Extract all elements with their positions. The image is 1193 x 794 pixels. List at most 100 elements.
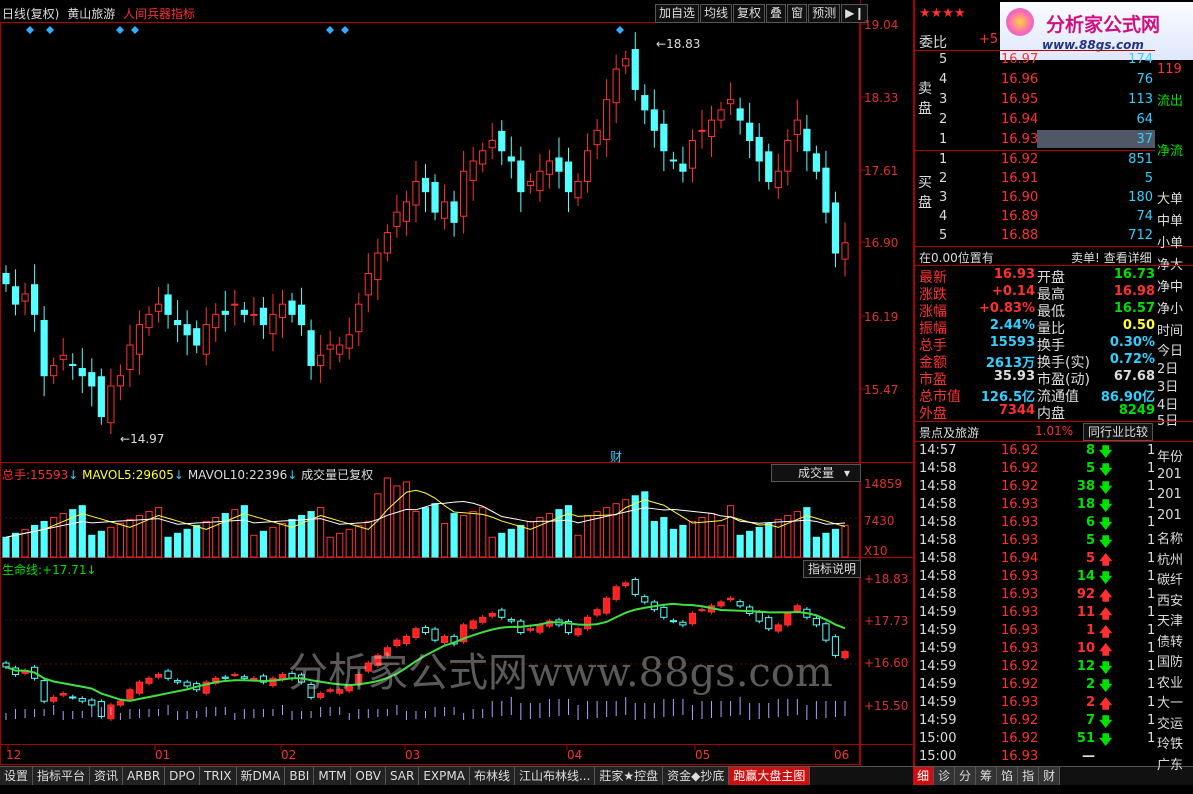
indicator-tab[interactable]: 指标平台 <box>33 767 91 785</box>
candle-body <box>717 109 725 121</box>
price-tick: 16.19 <box>864 310 899 324</box>
tick-volume: 1 <box>1085 623 1095 638</box>
sell-volume: 37 <box>1136 132 1153 147</box>
tick-volume: 92 <box>1076 587 1095 602</box>
x-tick: 12 <box>6 748 22 762</box>
tick-price: 16.94 <box>1001 551 1039 566</box>
x-tick: 05 <box>695 748 711 762</box>
candle-body <box>736 108 744 121</box>
volume-bar <box>765 522 773 558</box>
indicator-tab[interactable]: 布林线 <box>469 767 515 785</box>
tick-volume: 10 <box>1076 641 1095 656</box>
quote-value: 16.73 <box>1113 267 1155 282</box>
info-tab[interactable]: 馅 <box>997 767 1019 785</box>
tick-count: 1 <box>1147 731 1156 746</box>
life-candle-body <box>669 620 677 623</box>
life-tick: +16.60 <box>864 656 909 670</box>
indicator-tab[interactable]: ARBR <box>123 767 166 785</box>
volume-bar <box>574 534 582 558</box>
life-candle-body <box>221 676 229 679</box>
quote-value: 0.72% <box>1109 352 1155 367</box>
info-tab[interactable]: 筹 <box>976 767 998 785</box>
indicator-tab[interactable]: OBV <box>351 767 386 785</box>
buy-level: 2 <box>939 171 948 186</box>
candle-body <box>326 344 334 350</box>
candle-body <box>402 201 411 222</box>
volume-bar <box>660 517 668 558</box>
view-details-link[interactable]: 卖单! 查看详细 <box>1071 249 1152 266</box>
indicator-tab[interactable]: 江山布林线... <box>514 767 596 785</box>
indicator-tab[interactable]: TRIX <box>200 767 237 785</box>
info-tab[interactable]: 指 <box>1018 767 1040 785</box>
candle-body <box>498 130 506 152</box>
info-tab[interactable]: 诊 <box>934 767 956 785</box>
volume-bar <box>746 530 754 558</box>
indicator-tab[interactable]: 资金◆抄底 <box>663 767 730 785</box>
indicator-tab[interactable]: 资讯 <box>90 767 124 785</box>
indicator-help-button[interactable]: 指标说明 <box>803 560 862 578</box>
life-candle-body <box>793 605 801 612</box>
sell-volume: 76 <box>1136 72 1153 87</box>
ma-button[interactable]: 均线 <box>700 4 733 23</box>
forecast-button[interactable]: 预测 <box>808 4 841 23</box>
volume-bar <box>202 520 210 558</box>
sell-side-label: 卖盘 <box>918 81 932 117</box>
tick-price: 16.93 <box>1001 749 1039 764</box>
volume-bar <box>669 528 677 558</box>
tick-count: 1 <box>1147 461 1156 476</box>
candle-body <box>307 330 315 366</box>
candle-body <box>822 167 830 213</box>
candle-body <box>707 119 716 137</box>
info-tab[interactable]: 细 <box>913 767 935 785</box>
volume-bar <box>679 524 687 558</box>
info-tab[interactable]: 分 <box>955 767 977 785</box>
finance-marker[interactable]: 财 <box>610 448 622 465</box>
candle-body <box>40 319 48 377</box>
industry-compare-button[interactable]: 同行业比较 <box>1083 423 1154 441</box>
volume-bar <box>650 520 658 558</box>
sector-name: 景点及旅游 <box>919 426 980 440</box>
candle-body <box>536 170 544 192</box>
quote-value: 16.93 <box>993 267 1035 282</box>
window-button[interactable]: 窗 <box>787 4 808 23</box>
diamond-marker <box>116 26 124 34</box>
buy-level: 4 <box>939 209 948 224</box>
candle-body <box>78 368 86 377</box>
candle-body <box>793 119 801 135</box>
life-candle-body <box>603 597 611 614</box>
tick-count: 1 <box>1147 623 1156 638</box>
volume-selector[interactable]: 成交量 ▾ <box>771 464 861 482</box>
volume-bar <box>2 536 10 558</box>
volume-bar <box>31 524 39 558</box>
tick-price: 16.92 <box>1001 479 1039 494</box>
volume-bar <box>126 518 134 558</box>
quote-value: 15593 <box>989 335 1035 350</box>
volume-bar <box>488 536 496 558</box>
add-watch-button[interactable]: 加自选 <box>655 4 700 23</box>
chart-area[interactable]: 日线(复权) 黄山旅游 人间兵器指标 加自选 均线 复权 叠 窗 预测 ▶❙ 1… <box>0 0 913 766</box>
tick-time: 14:59 <box>919 677 957 692</box>
volume-bar <box>250 534 258 558</box>
tick-time: 14:59 <box>919 641 957 656</box>
indicator-tab[interactable]: EXPMA <box>419 767 470 785</box>
indicator-tab[interactable]: 设置 <box>0 767 34 785</box>
candle-body <box>69 363 77 366</box>
indicator-tab[interactable]: MTM <box>314 767 352 785</box>
life-candle-body <box>135 681 144 694</box>
info-tab[interactable]: 财 <box>1039 767 1061 785</box>
indicator-tab[interactable]: DPO <box>165 767 201 785</box>
volume-bar <box>355 524 363 558</box>
tick-time: 14:58 <box>919 497 957 512</box>
indicator-tab[interactable]: BBI <box>285 767 315 785</box>
indicator-tab[interactable]: 跑赢大盘主图 <box>729 767 811 785</box>
overlay-button[interactable]: 叠 <box>766 4 787 23</box>
candle-body <box>517 160 525 193</box>
candle-body <box>507 156 515 162</box>
side-cut-label: 玲铁 <box>1157 737 1184 752</box>
logo-text: 分析家公式网 <box>1046 14 1161 36</box>
volume-bar <box>326 536 334 558</box>
indicator-tab[interactable]: 新DMA <box>236 767 286 785</box>
indicator-tab[interactable]: SAR <box>385 767 420 785</box>
indicator-tab[interactable]: 莊家★控盘 <box>595 767 664 785</box>
restore-button[interactable]: 复权 <box>733 4 766 23</box>
